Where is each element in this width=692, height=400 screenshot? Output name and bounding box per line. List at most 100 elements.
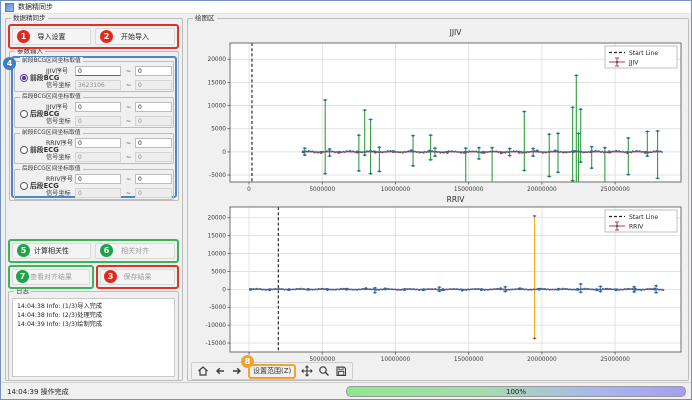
svg-text:RRIV: RRIV [447, 195, 466, 204]
radio-front-ecg[interactable] [20, 146, 28, 154]
log-entry: 14:04:38 Info: (1/3)导入完成 [17, 302, 170, 311]
radio-rear-bcg[interactable] [20, 110, 28, 118]
log-entry: 14:04:39 Info: (3/3)绘制完成 [17, 320, 170, 329]
svg-text:-5000: -5000 [209, 305, 226, 311]
field-label: 信号坐标 [46, 154, 71, 162]
field-label: 信号坐标 [46, 118, 71, 126]
svg-text:10000: 10000 [208, 252, 227, 258]
svg-text:0: 0 [222, 287, 226, 293]
field-label: JJIV序号 [46, 104, 68, 112]
svg-text:-10000: -10000 [205, 323, 226, 329]
to-input[interactable] [135, 152, 172, 162]
from-input[interactable] [75, 188, 121, 198]
param-group-title: 参数输入 [15, 47, 45, 56]
to-input[interactable] [135, 116, 172, 126]
save-icon[interactable] [335, 365, 347, 377]
plot-group-title: 绘图区 [193, 14, 217, 23]
field-label: 信号坐标 [46, 82, 71, 90]
progress-label: 100% [506, 388, 526, 396]
svg-text:10000000: 10000000 [381, 357, 411, 363]
to-input[interactable] [135, 66, 172, 76]
to-input[interactable] [135, 174, 172, 184]
set-range-button[interactable]: 设置范围(Z) [248, 364, 296, 379]
set-range-wrap: 8 设置范围(Z) [248, 364, 296, 379]
log-group-title: 日志 [14, 287, 31, 296]
log-list[interactable]: 14:04:38 Info: (1/3)导入完成 14:04:38 Info: … [12, 298, 175, 377]
jjiv-chart[interactable]: 0500000010000000150000002000000025000000… [195, 23, 687, 193]
svg-text:15000: 15000 [208, 80, 227, 86]
app-icon [5, 3, 14, 12]
svg-text:0: 0 [222, 150, 226, 156]
badge-1: 1 [17, 30, 30, 43]
rriv-chart[interactable]: 0500000010000000150000002000000025000000… [195, 193, 687, 365]
section-front-bcg: 前段BCG区间坐标取值 前段BCG JJIV序号 ~ 信号坐标 ~ [14, 61, 174, 92]
svg-text:20000: 20000 [208, 57, 227, 63]
section-title: 前段ECG区间坐标取值 [20, 129, 83, 138]
radio-front-bcg[interactable] [20, 74, 28, 82]
tilde: ~ [126, 68, 131, 76]
pan-icon[interactable] [301, 365, 313, 377]
home-icon[interactable] [197, 365, 209, 377]
section-title: 后段ECG区间坐标取值 [20, 165, 83, 174]
badge-8: 8 [241, 355, 254, 368]
tilde: ~ [126, 118, 131, 126]
field-label: RRIV序号 [46, 140, 73, 148]
svg-text:20000: 20000 [208, 216, 227, 222]
to-input[interactable] [135, 80, 172, 90]
from-input[interactable] [75, 102, 121, 112]
svg-text:25000000: 25000000 [600, 357, 630, 363]
badge-2: 2 [100, 30, 113, 43]
tilde: ~ [126, 176, 131, 184]
from-input[interactable] [75, 80, 121, 90]
to-input[interactable] [135, 188, 172, 198]
svg-text:RRIV: RRIV [629, 224, 644, 231]
badge-3: 3 [104, 270, 117, 283]
svg-text:Start Line: Start Line [629, 214, 658, 221]
svg-text:-5000: -5000 [209, 173, 226, 179]
section-front-ecg: 前段ECG区间坐标取值 前段ECG RRIV序号 ~ 信号坐标 ~ [14, 133, 174, 164]
tilde: ~ [126, 190, 131, 198]
section-title: 后段BCG区间坐标取值 [20, 93, 83, 102]
tilde: ~ [126, 140, 131, 148]
from-input[interactable] [75, 66, 121, 76]
svg-text:15000000: 15000000 [454, 357, 484, 363]
field-label: 信号坐标 [46, 190, 71, 198]
back-icon[interactable] [214, 365, 226, 377]
from-input[interactable] [75, 152, 121, 162]
svg-text:-15000: -15000 [205, 341, 226, 347]
status-message: 14:04:39 操作完成 [7, 387, 69, 397]
field-label: JJIV序号 [46, 68, 68, 76]
progress-bar: 100% [346, 386, 686, 397]
to-input[interactable] [135, 102, 172, 112]
left-group-title: 数据精同步 [11, 14, 48, 23]
svg-text:20000000: 20000000 [527, 357, 557, 363]
from-input[interactable] [75, 138, 121, 148]
plot-toolbar: 8 设置范围(Z) [191, 362, 353, 380]
tilde: ~ [126, 82, 131, 90]
statusbar: 14:04:39 操作完成 100% [1, 382, 691, 399]
section-rear-bcg: 后段BCG区间坐标取值 后段BCG JJIV序号 ~ 信号坐标 ~ [14, 97, 174, 128]
from-input[interactable] [75, 116, 121, 126]
radio-rear-ecg[interactable] [20, 182, 28, 190]
to-input[interactable] [135, 138, 172, 148]
forward-icon[interactable] [231, 365, 243, 377]
badge-4: 4 [3, 57, 16, 70]
titlebar: 数据精同步 [1, 1, 691, 14]
from-input[interactable] [75, 174, 121, 184]
zoom-icon[interactable] [318, 365, 330, 377]
badge-7: 7 [16, 270, 29, 283]
badge-5: 5 [17, 244, 30, 257]
svg-text:5000: 5000 [211, 269, 226, 275]
section-title: 前段BCG区间坐标取值 [20, 57, 83, 66]
tilde: ~ [126, 104, 131, 112]
svg-text:15000: 15000 [208, 234, 227, 240]
section-rear-ecg: 后段ECG区间坐标取值 后段ECG RRIV序号 ~ 信号坐标 ~ [14, 169, 174, 200]
badge-6: 6 [100, 244, 113, 257]
svg-text:5000: 5000 [211, 127, 226, 133]
svg-text:10000: 10000 [208, 104, 227, 110]
app-window: 数据精同步 数据精同步 导入设置 开始导入 1 2 参数输入 4 前段BCG区间… [0, 0, 692, 400]
field-label: RRIV序号 [46, 176, 73, 184]
svg-text:Start Line: Start Line [629, 50, 658, 57]
log-entry: 14:04:38 Info: (2/3)处理完成 [17, 311, 170, 320]
svg-text:JJIV: JJIV [449, 28, 463, 37]
